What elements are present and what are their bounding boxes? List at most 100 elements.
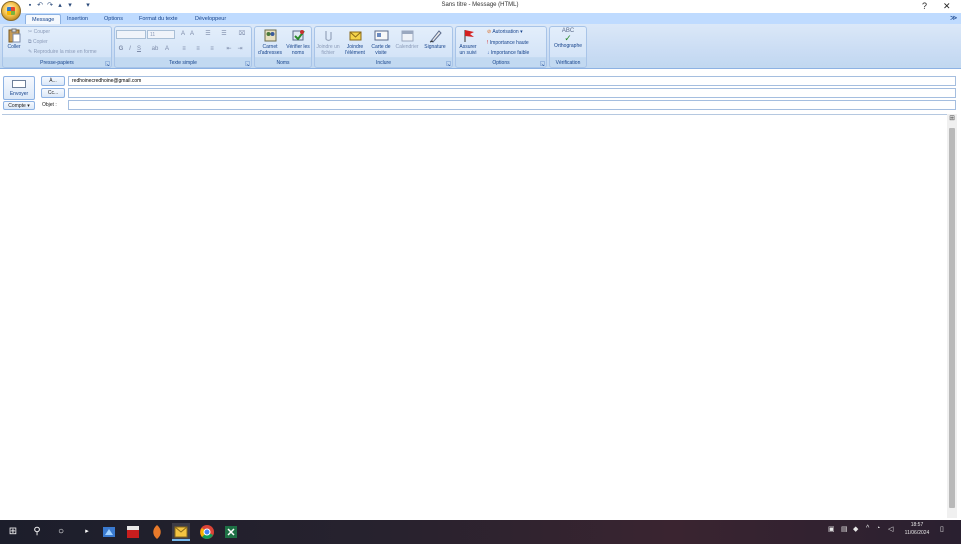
signature-label: Signature [424, 44, 446, 50]
tab-options[interactable]: Options [98, 14, 129, 24]
low-importance-button[interactable]: ↓ Importance faible [487, 50, 529, 56]
clock-date: 11/06/2024 [904, 530, 930, 536]
business-card-icon [374, 30, 388, 41]
to-button[interactable]: À... [41, 76, 65, 86]
redo-icon[interactable]: ↷ [46, 2, 54, 10]
paste-button[interactable]: Coller [4, 28, 24, 50]
signature-button[interactable]: Signature [421, 28, 449, 50]
tray-chevron-icon[interactable]: ^ [866, 525, 869, 532]
align-center-icon[interactable]: ≡ [194, 45, 202, 53]
close-icon[interactable]: ✕ [943, 1, 951, 12]
cc-field[interactable] [68, 88, 956, 98]
tray-folder-icon[interactable]: ▣ [828, 525, 835, 533]
permission-label: Autorisation [492, 29, 519, 35]
up-arrow-icon[interactable]: ▴ [56, 2, 64, 10]
dialog-launcher-icon[interactable]: ↘ [446, 61, 451, 67]
tray-wifi-icon[interactable]: ◔ [876, 525, 880, 532]
calendar-icon [401, 30, 413, 42]
subject-field[interactable] [68, 100, 956, 110]
address-book-label: Carnet d'adresses [257, 44, 283, 56]
font-size-combo[interactable]: 11 [147, 30, 175, 39]
taskbar-app-icon[interactable] [100, 523, 118, 541]
message-body[interactable] [2, 114, 947, 517]
ribbon-collapse-icon[interactable]: ≫ [950, 14, 957, 22]
copy-button[interactable]: ⧉ Copier [28, 39, 48, 45]
clock-time: 18:57 [910, 522, 924, 528]
tray-volume-icon[interactable]: ◁ [888, 525, 893, 533]
dialog-launcher-icon[interactable]: ↘ [105, 61, 110, 67]
chrome-icon[interactable] [198, 523, 216, 541]
indent-decrease-icon[interactable]: ⇤ [225, 45, 233, 53]
copy-label: Copier [32, 39, 48, 45]
low-importance-label: Importance faible [490, 50, 530, 56]
format-painter-button[interactable]: ✎ Reproduire la mise en forme [28, 49, 97, 55]
scrollbar-thumb[interactable] [949, 128, 955, 508]
search-icon[interactable]: ⚲ [28, 523, 46, 541]
font-size-value: 11 [150, 32, 156, 38]
taskbar-app-icon-red[interactable] [124, 523, 142, 541]
group-label: Inclure [375, 60, 391, 66]
cut-label: Couper [33, 29, 50, 35]
shrink-font-icon[interactable]: A [188, 30, 196, 38]
calendar-label: Calendrier [395, 44, 419, 50]
business-card-label: Carte de visite [371, 44, 391, 56]
cc-button[interactable]: Cc... [41, 88, 65, 98]
attach-item-button[interactable]: Joindre l'élément [342, 28, 368, 56]
attach-file-button[interactable]: Joindre un fichier [315, 28, 341, 56]
font-color-icon[interactable]: A [163, 45, 171, 53]
notification-icon[interactable]: ▯ [940, 525, 944, 533]
clear-format-icon[interactable]: ⌧ [238, 30, 246, 38]
spelling-button[interactable]: ABC ✓ Orthographe [550, 28, 586, 49]
ruler-icon[interactable]: ⊞ [947, 114, 957, 124]
taskbar-outlook-icon[interactable] [172, 523, 190, 541]
numbering-icon[interactable]: ☰ [220, 30, 228, 38]
excel-icon[interactable] [222, 523, 240, 541]
account-button[interactable]: Compte ▾ [3, 101, 35, 110]
high-importance-button[interactable]: ! Importance haute [487, 40, 529, 46]
business-card-button[interactable]: Carte de visite [369, 28, 393, 56]
follow-up-button[interactable]: Assurer un suivi [456, 28, 480, 56]
dialog-launcher-icon[interactable]: ↘ [540, 61, 545, 67]
tray-network-icon[interactable]: ▤ [841, 525, 848, 533]
to-field[interactable]: redhoinecredhoine@gmail.com [68, 76, 956, 86]
align-left-icon[interactable]: ≡ [180, 45, 188, 53]
highlight-icon[interactable]: ab [151, 45, 159, 53]
undo-icon[interactable]: ↶ [36, 2, 44, 10]
spelling-label: Orthographe [553, 43, 583, 49]
align-right-icon[interactable]: ≡ [208, 45, 216, 53]
office-button[interactable] [1, 1, 21, 21]
tray-app-icon[interactable]: ◆ [853, 525, 858, 533]
task-view-icon[interactable]: ▸ [78, 523, 96, 541]
bold-button[interactable]: G [117, 45, 125, 53]
grow-font-icon[interactable]: A [179, 30, 187, 38]
cut-button[interactable]: ✂ Couper [28, 29, 50, 35]
attach-item-label: Joindre l'élément [345, 44, 365, 56]
underline-button[interactable]: S [135, 45, 143, 53]
tab-developpeur[interactable]: Développeur [189, 14, 232, 24]
address-book-button[interactable]: Carnet d'adresses [256, 28, 284, 56]
permission-button[interactable]: ⊘ Autorisation ▾ [487, 29, 523, 35]
group-label: Presse-papiers [40, 60, 74, 66]
indent-increase-icon[interactable]: ⇥ [236, 45, 244, 53]
font-name-combo[interactable] [116, 30, 146, 39]
format-painter-label: Reproduire la mise en forme [33, 49, 97, 55]
calendar-button[interactable]: Calendrier [394, 28, 420, 50]
save-icon[interactable]: ▪ [26, 2, 34, 10]
dialog-launcher-icon[interactable]: ↘ [245, 61, 250, 67]
vertical-scrollbar[interactable] [947, 114, 957, 518]
windows-start-icon[interactable]: ⊞ [4, 523, 22, 541]
bullets-icon[interactable]: ☰ [204, 30, 212, 38]
help-icon[interactable]: ? [922, 1, 927, 11]
tab-format-du-texte[interactable]: Format du texte [133, 14, 184, 24]
send-button[interactable]: Envoyer [3, 76, 35, 100]
italic-button[interactable]: I [126, 45, 134, 53]
group-label: Options [492, 60, 510, 66]
down-arrow-icon[interactable]: ▾ [66, 2, 74, 10]
tab-insertion[interactable]: Insertion [61, 14, 94, 24]
check-names-button[interactable]: Vérifier les noms [285, 28, 311, 56]
cortana-icon[interactable]: ○ [52, 523, 70, 541]
customize-icon[interactable]: ▾ [84, 2, 92, 10]
taskbar-app-icon-orange[interactable] [148, 523, 166, 541]
flag-icon [464, 30, 474, 42]
taskbar-clock[interactable]: 18:57 11/06/2024 [898, 521, 936, 537]
